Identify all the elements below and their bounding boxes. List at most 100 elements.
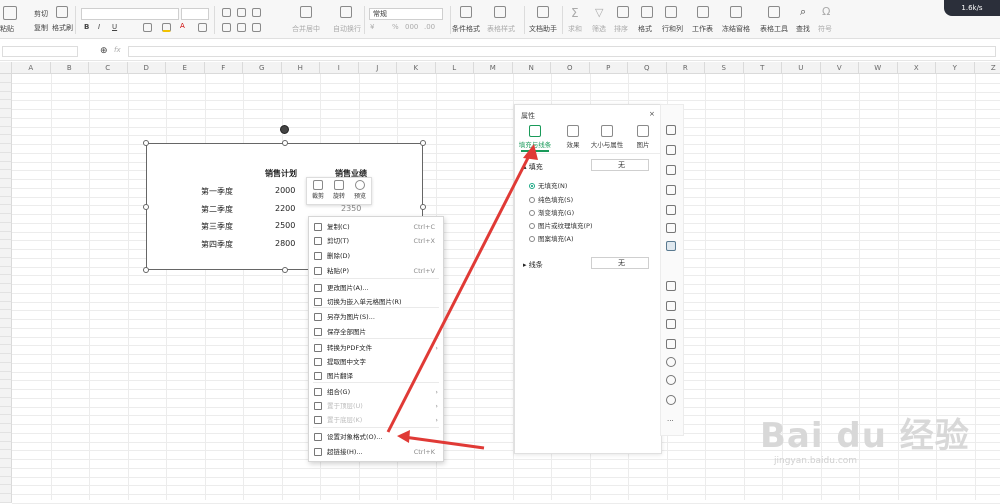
align-middle-icon[interactable] <box>237 8 246 17</box>
line-select[interactable]: 无 <box>591 257 649 269</box>
menu-item-save-as-picture[interactable]: 另存为图片(S)... <box>309 310 443 324</box>
find-button[interactable]: 查找 <box>796 24 810 34</box>
freeze-icon[interactable] <box>730 6 742 18</box>
format-painter-icon[interactable] <box>56 6 68 18</box>
percent-button[interactable]: % <box>392 23 399 31</box>
align-bottom-icon[interactable] <box>252 8 261 17</box>
row-header[interactable] <box>0 92 12 101</box>
row-header[interactable] <box>0 284 12 293</box>
chart-icon[interactable] <box>666 223 676 233</box>
italic-button[interactable]: I <box>98 23 100 31</box>
radio-picture-fill[interactable]: 图片或纹理填充(P) <box>529 220 593 230</box>
row-header[interactable] <box>0 153 12 162</box>
column-header[interactable]: G <box>243 62 282 74</box>
formula-input[interactable] <box>128 46 996 57</box>
menu-item-extract-text[interactable]: 提取图中文字 <box>309 355 443 369</box>
column-header[interactable]: Y <box>936 62 975 74</box>
backup-icon[interactable] <box>666 357 676 367</box>
rotate-button[interactable]: 旋转 <box>329 180 349 200</box>
format-painter-button[interactable]: 格式刷 <box>52 23 73 33</box>
select-all-corner[interactable] <box>0 62 12 74</box>
table-tools-icon[interactable] <box>768 6 780 18</box>
font-color-button[interactable]: A <box>180 22 185 30</box>
menu-item-cut[interactable]: 剪切(T)Ctrl+X <box>309 234 443 248</box>
row-header[interactable] <box>0 232 12 241</box>
column-header[interactable]: D <box>128 62 167 74</box>
filter-icon[interactable]: ▽ <box>595 6 603 19</box>
row-header[interactable] <box>0 363 12 372</box>
symbol-icon[interactable]: Ω <box>822 5 830 18</box>
zoom-icon[interactable]: ⊕ <box>100 46 108 56</box>
menu-item-hyperlink[interactable]: 超链接(H)...Ctrl+K <box>309 445 443 459</box>
menu-item-convert-pdf[interactable]: 转换为PDF文件› <box>309 341 443 355</box>
align-right-icon[interactable] <box>252 23 261 32</box>
align-top-icon[interactable] <box>222 8 231 17</box>
column-header[interactable]: A <box>12 62 51 74</box>
tab-size-properties[interactable]: 大小与属性 <box>589 125 625 149</box>
paste-icon[interactable] <box>3 6 17 20</box>
column-header[interactable]: V <box>821 62 860 74</box>
share-icon[interactable] <box>666 301 676 311</box>
row-header[interactable] <box>0 249 12 258</box>
row-header[interactable] <box>0 170 12 179</box>
row-header[interactable] <box>0 398 12 407</box>
clear-format-icon[interactable] <box>198 23 207 32</box>
row-header[interactable] <box>0 494 12 503</box>
worksheet-button[interactable]: 工作表 <box>692 24 713 34</box>
image-icon[interactable] <box>666 339 676 349</box>
sort-icon[interactable] <box>617 6 629 18</box>
column-header[interactable]: W <box>859 62 898 74</box>
format-button[interactable]: 格式 <box>638 24 652 34</box>
menu-item-send-to-back[interactable]: 置于底层(K)› <box>309 413 443 427</box>
row-header[interactable] <box>0 205 12 214</box>
rows-cols-button[interactable]: 行和列 <box>662 24 683 34</box>
close-icon[interactable]: × <box>649 110 655 118</box>
row-header[interactable] <box>0 188 12 197</box>
resize-handle[interactable] <box>282 140 288 146</box>
row-header[interactable] <box>0 275 12 284</box>
merge-button[interactable]: 合并居中 <box>292 24 320 34</box>
rotate-handle[interactable] <box>280 125 289 134</box>
fill-section-header[interactable]: ▴ 填充 <box>523 162 543 172</box>
properties-icon[interactable] <box>666 241 676 251</box>
row-header[interactable] <box>0 407 12 416</box>
row-header[interactable] <box>0 267 12 276</box>
row-header[interactable] <box>0 345 12 354</box>
column-header[interactable]: Z <box>975 62 1000 74</box>
border-icon[interactable] <box>143 23 152 32</box>
worksheet-icon[interactable] <box>697 6 709 18</box>
row-header[interactable] <box>0 293 12 302</box>
history-icon[interactable] <box>666 375 676 385</box>
tab-effects[interactable]: 效果 <box>555 125 591 149</box>
cut-button[interactable]: 剪切 <box>34 9 48 19</box>
menu-item-group[interactable]: 组合(G)› <box>309 385 443 399</box>
row-header[interactable] <box>0 223 12 232</box>
doc-assistant-icon[interactable] <box>537 6 549 18</box>
find-icon[interactable]: ⌕ <box>800 5 806 19</box>
row-header[interactable] <box>0 389 12 398</box>
column-header[interactable]: B <box>51 62 90 74</box>
pointer-icon[interactable] <box>666 125 676 135</box>
wrap-button[interactable]: 自动换行 <box>333 24 361 34</box>
line-section-header[interactable]: ▸ 线条 <box>523 260 543 270</box>
row-header[interactable] <box>0 442 12 451</box>
column-header[interactable]: X <box>898 62 937 74</box>
menu-item-paste[interactable]: 粘贴(P)Ctrl+V <box>309 264 443 278</box>
doc-assistant-button[interactable]: 文档助手 <box>529 24 557 34</box>
column-header[interactable]: S <box>705 62 744 74</box>
row-header[interactable] <box>0 415 12 424</box>
row-header[interactable] <box>0 74 12 83</box>
table-style-button[interactable]: 表格样式 <box>487 24 515 34</box>
column-header[interactable]: C <box>89 62 128 74</box>
row-header[interactable] <box>0 118 12 127</box>
menu-item-translate-picture[interactable]: 图片翻译 <box>309 369 443 383</box>
row-header[interactable] <box>0 328 12 337</box>
filter-button[interactable]: 筛选 <box>592 24 606 34</box>
resize-handle[interactable] <box>143 140 149 146</box>
row-header[interactable] <box>0 240 12 249</box>
layers-icon[interactable] <box>666 205 676 215</box>
conditional-format-icon[interactable] <box>460 6 472 18</box>
copy-button[interactable]: 复制 <box>34 23 48 33</box>
bucket-icon[interactable] <box>666 165 676 175</box>
column-header[interactable]: F <box>205 62 244 74</box>
